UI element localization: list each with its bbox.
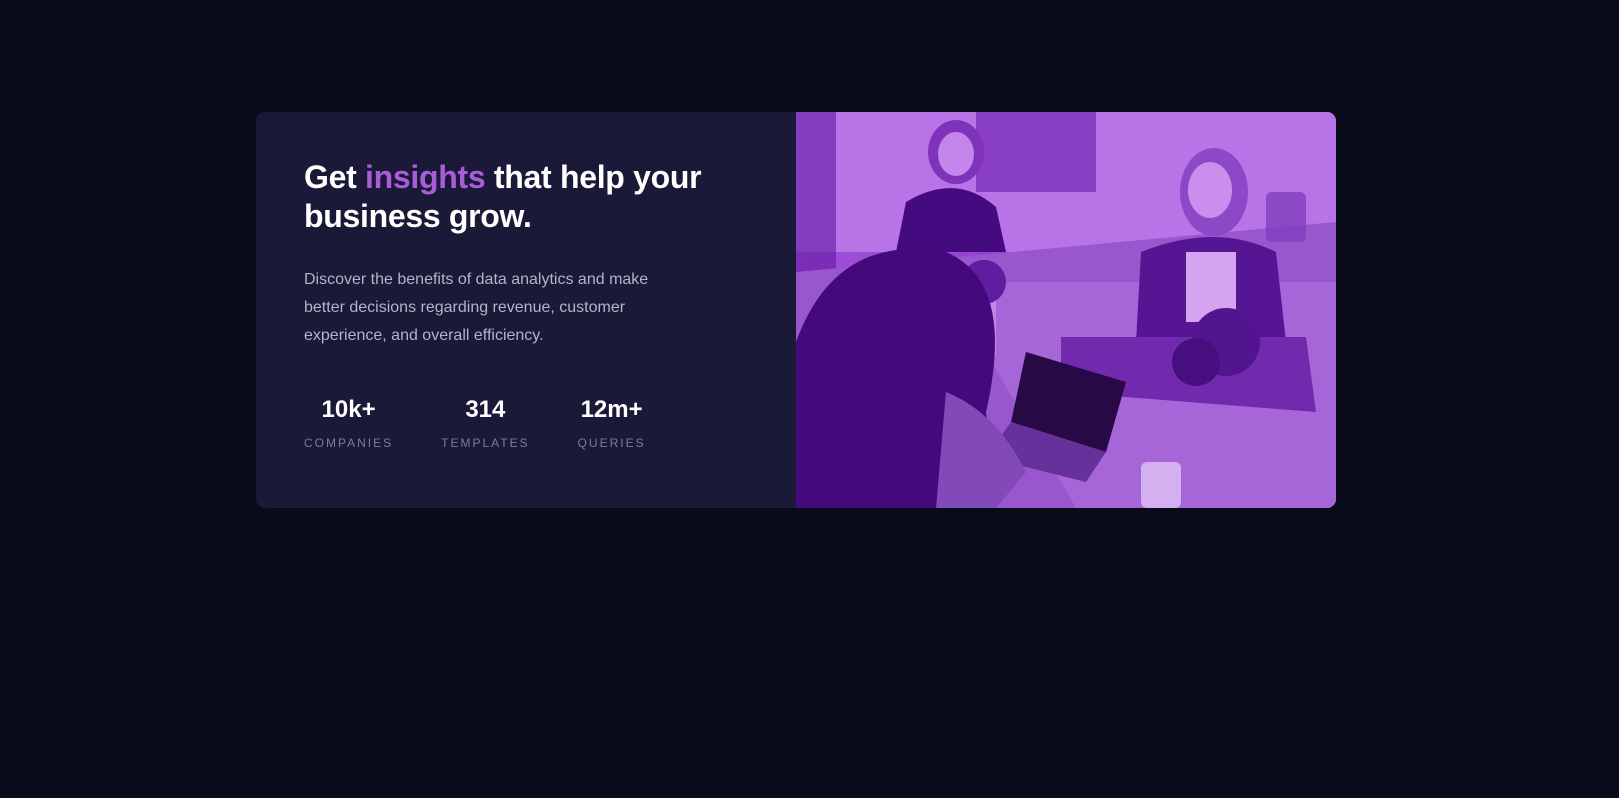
stat-queries: 12m+ QUERIES bbox=[578, 396, 646, 450]
headline-accent: insights bbox=[365, 159, 486, 195]
stat-value: 10k+ bbox=[321, 396, 376, 423]
stat-label: TEMPLATES bbox=[441, 436, 530, 450]
office-photo bbox=[796, 112, 1336, 508]
stat-label: QUERIES bbox=[577, 436, 646, 450]
photo-tint-overlay bbox=[796, 112, 1336, 508]
headline-start: Get bbox=[304, 159, 366, 195]
stat-companies: 10k+ COMPANIES bbox=[304, 396, 393, 450]
stat-value: 314 bbox=[465, 396, 506, 423]
stats-preview-card: Get insights that help your business gro… bbox=[256, 112, 1336, 508]
stat-value: 12m+ bbox=[580, 396, 643, 423]
stat-templates: 314 TEMPLATES bbox=[441, 396, 529, 450]
headline: Get insights that help your business gro… bbox=[304, 158, 704, 236]
card-content: Get insights that help your business gro… bbox=[256, 112, 796, 508]
stats-row: 10k+ COMPANIES 314 TEMPLATES 12m+ QUERIE… bbox=[304, 396, 756, 450]
description: Discover the benefits of data analytics … bbox=[304, 271, 649, 344]
stat-label: COMPANIES bbox=[304, 436, 394, 450]
